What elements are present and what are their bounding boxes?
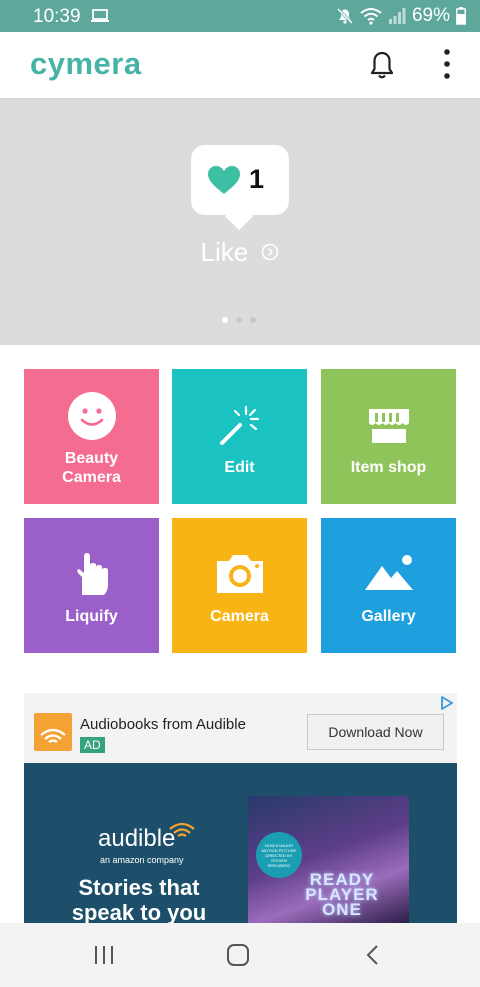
mute-icon bbox=[336, 7, 354, 25]
like-banner[interactable]: 1 Like bbox=[0, 99, 480, 345]
tile-item-shop[interactable]: Item shop bbox=[321, 369, 456, 504]
ad-header: Audiobooks from Audible AD Download Now bbox=[24, 693, 457, 763]
laptop-icon bbox=[91, 9, 109, 22]
tile-label: Beauty Camera bbox=[62, 449, 121, 486]
download-now-button[interactable]: Download Now bbox=[307, 714, 444, 750]
tile-label: Edit bbox=[224, 459, 255, 476]
status-bar: 10:39 69% bbox=[0, 0, 480, 32]
audible-logo bbox=[34, 713, 72, 751]
tile-camera[interactable]: Camera bbox=[172, 518, 307, 653]
feature-grid: Beauty Camera Edit Item shop Liquify Cam… bbox=[24, 369, 457, 653]
battery-icon bbox=[456, 7, 466, 25]
recent-apps-icon[interactable] bbox=[92, 944, 116, 966]
tile-label: Liquify bbox=[65, 608, 118, 625]
system-nav-bar bbox=[0, 923, 480, 987]
page-indicator bbox=[222, 317, 256, 323]
app-bar: cymera bbox=[0, 32, 480, 99]
ad-tagline: Stories that speak to you bbox=[71, 875, 207, 923]
page-dot bbox=[236, 317, 242, 323]
battery-percentage: 69% bbox=[411, 5, 450, 26]
ad-banner[interactable]: Audiobooks from Audible AD Download Now … bbox=[24, 693, 457, 923]
audible-subtitle: an amazon company bbox=[100, 855, 184, 865]
tile-beauty-camera[interactable]: Beauty Camera bbox=[24, 369, 159, 504]
poster-title: READY PLAYER ONE bbox=[305, 870, 379, 919]
like-label: Like bbox=[200, 237, 249, 267]
tile-label: Camera bbox=[210, 608, 269, 625]
magic-wand-icon bbox=[219, 405, 259, 445]
home-icon[interactable] bbox=[226, 944, 250, 966]
mountain-icon bbox=[364, 555, 413, 590]
more-vert-icon[interactable] bbox=[435, 44, 459, 84]
movie-poster: NOW A MAJOR MOTION PICTURE DIRECTED BY S… bbox=[248, 796, 409, 923]
status-icons: 69% bbox=[336, 5, 466, 27]
ad-choices-icon[interactable] bbox=[439, 695, 455, 711]
tile-gallery[interactable]: Gallery bbox=[321, 518, 456, 653]
audible-wave-icon bbox=[169, 822, 195, 837]
page-dot bbox=[250, 317, 256, 323]
like-link[interactable]: Like bbox=[0, 237, 480, 268]
ad-title: Audiobooks from Audible bbox=[80, 716, 246, 733]
tile-label: Item shop bbox=[350, 459, 427, 476]
like-bubble: 1 bbox=[191, 145, 289, 215]
app-logo: cymera bbox=[30, 46, 142, 81]
status-time: 10:39 bbox=[33, 6, 81, 27]
chevron-circle-icon bbox=[262, 243, 279, 261]
tile-edit[interactable]: Edit bbox=[172, 369, 307, 504]
heart-icon bbox=[208, 166, 240, 194]
wifi-icon bbox=[360, 8, 382, 25]
tile-liquify[interactable]: Liquify bbox=[24, 518, 159, 653]
tile-label: Gallery bbox=[361, 608, 416, 625]
camera-icon bbox=[216, 555, 263, 593]
audible-brand: audible bbox=[98, 825, 176, 852]
smile-icon bbox=[67, 391, 116, 440]
ad-badge: AD bbox=[80, 737, 105, 753]
like-count: 1 bbox=[249, 164, 265, 194]
ad-image[interactable]: audible an amazon company Stories that s… bbox=[24, 763, 457, 923]
back-icon[interactable] bbox=[363, 944, 383, 966]
audible-wave-icon bbox=[40, 728, 66, 743]
signal-icon bbox=[388, 8, 406, 24]
hand-pointer-icon bbox=[76, 553, 108, 595]
store-icon bbox=[368, 409, 409, 443]
bell-icon[interactable] bbox=[364, 46, 400, 82]
page-dot bbox=[222, 317, 228, 323]
